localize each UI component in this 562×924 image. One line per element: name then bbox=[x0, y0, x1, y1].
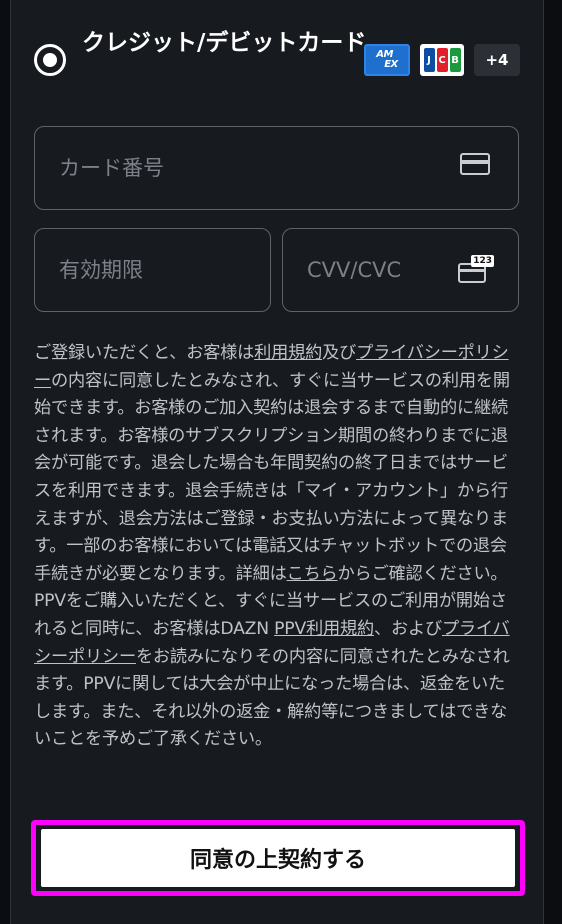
jcb-logo-icon: J C B bbox=[420, 44, 464, 76]
expiry-input[interactable] bbox=[35, 229, 270, 311]
card-number-field[interactable] bbox=[34, 126, 519, 210]
terms-text: ご登録いただくと、お客様は利用規約及びプライバシーポリシーの内容に同意したとみな… bbox=[34, 340, 520, 754]
terms-of-use-link[interactable]: 利用規約 bbox=[254, 343, 322, 363]
cvv-field[interactable]: 123 bbox=[282, 228, 519, 312]
jcb-letter-j: J bbox=[423, 48, 435, 72]
terms-text-part: ご登録いただくと、お客様は bbox=[34, 343, 255, 363]
payment-method-label: クレジット/デビットカード bbox=[82, 30, 367, 56]
expiry-field[interactable] bbox=[34, 228, 271, 312]
terms-text-part: からご確認ください。 bbox=[337, 563, 508, 584]
details-here-link[interactable]: こちら bbox=[287, 564, 338, 584]
amex-logo-icon: AM EX bbox=[364, 44, 410, 76]
radio-selected-icon[interactable] bbox=[34, 44, 66, 76]
credit-card-icon bbox=[460, 153, 490, 175]
jcb-letter-b: B bbox=[449, 48, 461, 72]
terms-text-part: 及び bbox=[322, 343, 357, 363]
more-brands-badge: +4 bbox=[474, 44, 520, 76]
jcb-letter-c: C bbox=[436, 48, 448, 72]
ppv-terms-link[interactable]: PPV利用規約 bbox=[274, 619, 374, 639]
ppv-text-part: 、および bbox=[373, 618, 442, 639]
payment-method-option[interactable]: クレジット/デビットカード AM EX J C B +4 bbox=[34, 22, 524, 94]
cvv-number-badge: 123 bbox=[471, 255, 494, 267]
card-number-input[interactable] bbox=[35, 127, 518, 209]
agree-and-subscribe-button[interactable]: 同意の上契約する bbox=[41, 829, 515, 887]
terms-text-part: の内容に同意したとみなされ、すぐに当サービスの利用を開始できます。お客様のご加入… bbox=[34, 370, 510, 584]
amex-logo-text-bottom: EX bbox=[384, 59, 398, 70]
card-cvv-icon: 123 bbox=[458, 255, 494, 283]
